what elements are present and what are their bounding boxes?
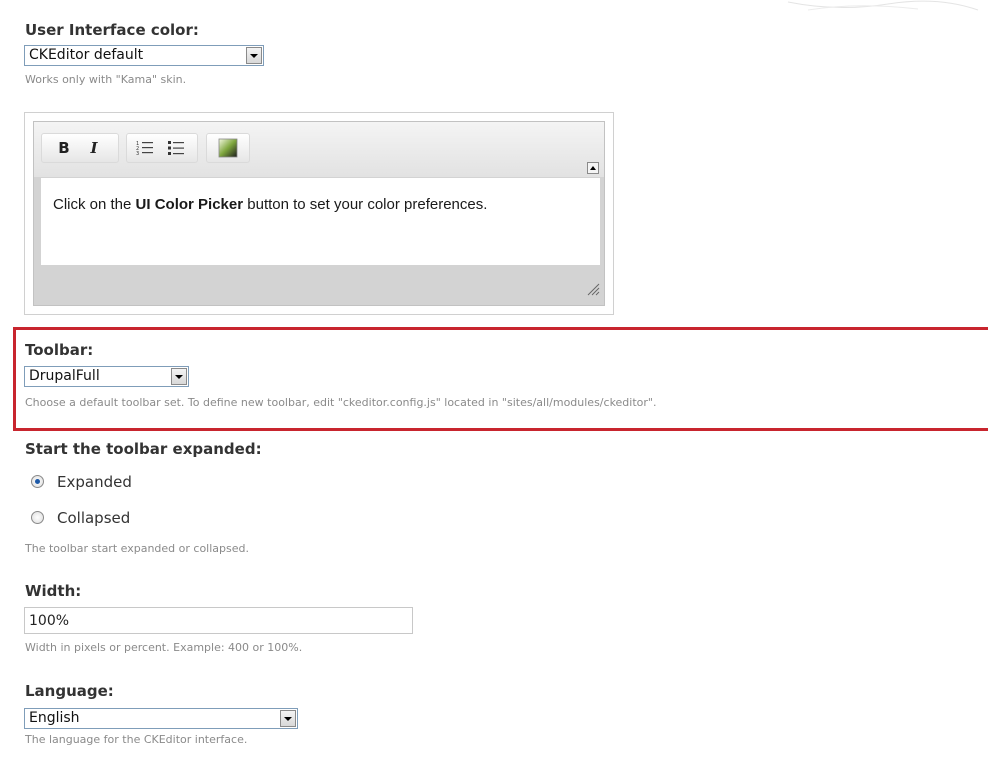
ui-color-select[interactable]: CKEditor default xyxy=(24,45,264,66)
width-label: Width: xyxy=(25,582,82,600)
bulleted-list-icon[interactable] xyxy=(165,135,187,161)
ui-color-selected-value: CKEditor default xyxy=(29,47,144,63)
toolbar-expanded-description: The toolbar start expanded or collapsed. xyxy=(25,542,249,555)
width-description: Width in pixels or percent. Example: 400… xyxy=(25,641,303,654)
ui-color-picker-icon[interactable] xyxy=(217,135,239,161)
radio-expanded-label[interactable]: Expanded xyxy=(57,473,132,491)
editor-text-before: Click on the xyxy=(53,196,136,213)
decorative-corner-art xyxy=(787,0,979,11)
ui-color-description: Works only with "Kama" skin. xyxy=(25,73,187,86)
chevron-down-icon[interactable] xyxy=(171,368,187,385)
italic-glyph: I xyxy=(90,139,98,157)
toolbar-description: Choose a default toolbar set. To define … xyxy=(25,396,657,409)
radio-collapsed-label[interactable]: Collapsed xyxy=(57,509,130,527)
language-select[interactable]: English xyxy=(24,708,298,729)
toolbar-expanded-label: Start the toolbar expanded: xyxy=(25,440,262,458)
chevron-down-icon[interactable] xyxy=(246,47,262,64)
editor-sample-text: Click on the UI Color Picker button to s… xyxy=(53,196,487,213)
resize-grip-icon[interactable] xyxy=(586,282,600,296)
editor-text-bold: UI Color Picker xyxy=(135,196,244,213)
toolbar-select[interactable]: DrupalFull xyxy=(24,366,189,387)
toolbar-selected-value: DrupalFull xyxy=(29,368,100,384)
language-label: Language: xyxy=(25,682,114,700)
ui-color-label: User Interface color: xyxy=(25,21,199,39)
svg-text:3: 3 xyxy=(136,151,139,157)
bold-icon[interactable]: B xyxy=(54,135,74,161)
collapse-toolbar-button[interactable] xyxy=(587,162,599,174)
language-selected-value: English xyxy=(29,710,80,726)
italic-icon[interactable]: I xyxy=(84,135,104,161)
numbered-list-icon[interactable]: 1 2 3 xyxy=(134,135,156,161)
toolbar-group-basic xyxy=(41,133,119,163)
language-description: The language for the CKEditor interface. xyxy=(25,733,248,746)
editor-toolbar: B I 1 2 3 xyxy=(34,122,604,177)
collapse-arrow-icon xyxy=(590,166,596,170)
radio-expanded[interactable] xyxy=(31,475,44,488)
bold-glyph: B xyxy=(58,139,70,157)
editor-text-after: button to set your color preferences. xyxy=(243,196,488,213)
editor-chrome: B I 1 2 3 Click on the UI Color Picker b… xyxy=(33,121,605,306)
radio-collapsed[interactable] xyxy=(31,511,44,524)
toolbar-label: Toolbar: xyxy=(25,341,94,359)
editor-preview: B I 1 2 3 Click on the UI Color Picker b… xyxy=(24,112,614,315)
chevron-down-icon[interactable] xyxy=(280,710,296,727)
width-input[interactable] xyxy=(24,607,413,634)
editor-content-area[interactable]: Click on the UI Color Picker button to s… xyxy=(41,178,600,265)
